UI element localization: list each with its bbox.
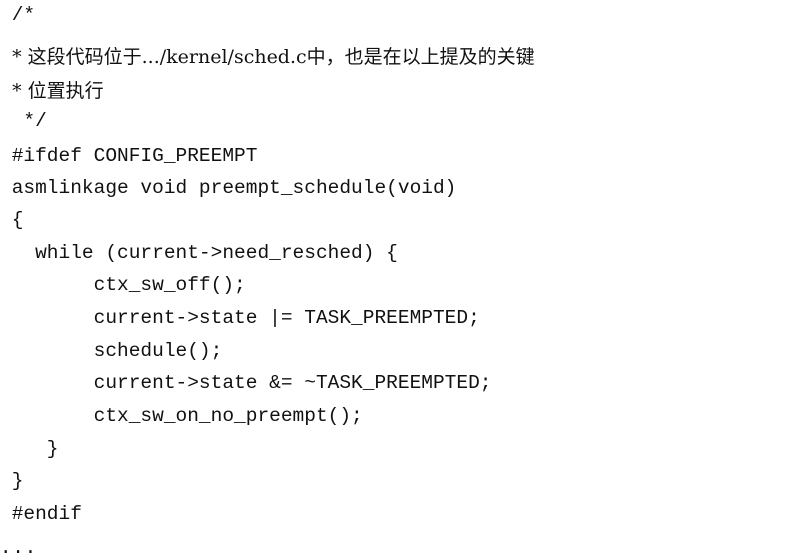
code-line: /* bbox=[0, 4, 36, 26]
code-line-comment: * 位置执行 bbox=[0, 80, 104, 102]
code-line: ctx_sw_on_no_preempt(); bbox=[0, 405, 363, 427]
code-line-comment: * 这段代码位于.../kernel/sched.c中，也是在以上提及的关键 bbox=[0, 46, 535, 68]
code-line: asmlinkage void preempt_schedule(void) bbox=[0, 177, 457, 199]
code-line: */ bbox=[0, 110, 47, 132]
code-line: #ifdef CONFIG_PREEMPT bbox=[0, 145, 258, 167]
code-line: } bbox=[0, 438, 59, 460]
code-line: #endif bbox=[0, 503, 82, 525]
code-line: } bbox=[0, 470, 24, 492]
code-listing: /* * 这段代码位于.../kernel/sched.c中，也是在以上提及的关… bbox=[0, 0, 799, 558]
code-line: schedule(); bbox=[0, 340, 223, 362]
code-line: current->state &= ~TASK_PREEMPTED; bbox=[0, 372, 492, 394]
code-line: while (current->need_resched) { bbox=[0, 242, 398, 264]
code-line: { bbox=[0, 209, 24, 231]
trailing-ellipsis: ... bbox=[0, 537, 38, 559]
code-line: ctx_sw_off(); bbox=[0, 274, 246, 296]
code-line: current->state |= TASK_PREEMPTED; bbox=[0, 307, 480, 329]
